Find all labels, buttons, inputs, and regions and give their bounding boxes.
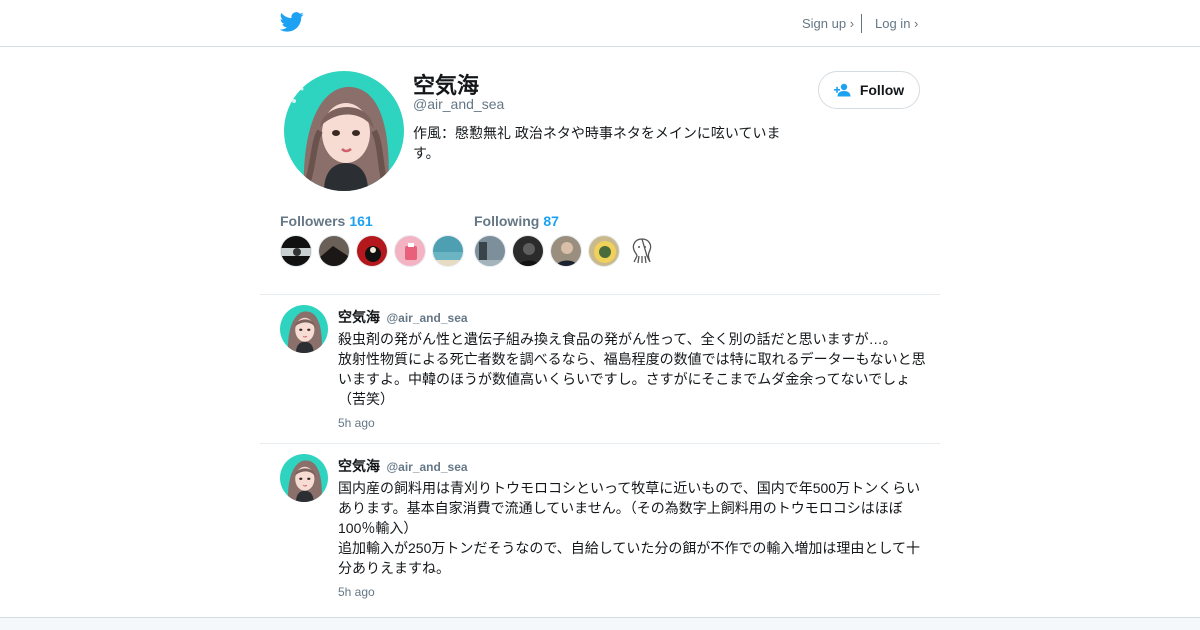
- follower-avatar[interactable]: [394, 235, 426, 267]
- follower-avatar[interactable]: [356, 235, 388, 267]
- follow-button[interactable]: Follow: [818, 71, 920, 109]
- profile-bio: 作風：慇懃無礼 政治ネタや時事ネタをメインに呟いています。: [413, 125, 781, 161]
- tweet-text: 国内産の飼料用は青刈りトウモロコシといって牧草に近いもので、国内で年500万トン…: [338, 480, 921, 576]
- tweet-avatar[interactable]: [280, 305, 328, 353]
- top-bar: Sign up › Log in ›: [0, 0, 1200, 47]
- tweet-author-name[interactable]: 空気海: [338, 309, 380, 325]
- tweet-author-handle[interactable]: @air_and_sea: [386, 311, 467, 325]
- login-link[interactable]: Log in ›: [875, 16, 918, 31]
- following-avatar[interactable]: [550, 235, 582, 267]
- follower-avatar[interactable]: [280, 235, 312, 267]
- add-user-icon: [833, 83, 851, 97]
- following-count: 87: [543, 213, 559, 229]
- tweet-author-handle[interactable]: @air_and_sea: [386, 460, 467, 474]
- tweet-timestamp[interactable]: 5h ago: [338, 585, 375, 599]
- following-avatar[interactable]: [626, 235, 658, 267]
- signup-link[interactable]: Sign up ›: [802, 16, 854, 31]
- tweet-author-name[interactable]: 空気海: [338, 458, 380, 474]
- following-avatar[interactable]: [474, 235, 506, 267]
- followers-count: 161: [349, 213, 373, 229]
- profile-avatar[interactable]: [284, 71, 404, 191]
- tweet-header: 空気海 @air_and_sea: [338, 307, 468, 327]
- profile-handle: @air_and_sea: [413, 96, 505, 112]
- followers-avatars: [280, 235, 464, 267]
- following-avatar[interactable]: [512, 235, 544, 267]
- follow-button-label: Follow: [859, 82, 905, 98]
- tweet-header: 空気海 @air_and_sea: [338, 456, 468, 476]
- tweet-avatar[interactable]: [280, 454, 328, 502]
- nav-divider: [861, 14, 862, 33]
- tweet-text: 殺虫剤の発がん性と遺伝子組み換え食品の発がん性って、全く別の話だと思いますが…。…: [338, 331, 926, 407]
- tweet[interactable]: 空気海 @air_and_sea 国内産の飼料用は青刈りトウモロコシといって牧草…: [260, 444, 940, 616]
- twitter-bird-icon[interactable]: [280, 11, 304, 33]
- follower-avatar[interactable]: [432, 235, 464, 267]
- following-stat[interactable]: Following 87: [474, 213, 559, 229]
- followers-stat[interactable]: Followers 161: [280, 213, 373, 229]
- tweet-timestamp[interactable]: 5h ago: [338, 416, 375, 430]
- tweet[interactable]: 空気海 @air_and_sea 殺虫剤の発がん性と遺伝子組み換え食品の発がん性…: [260, 295, 940, 444]
- profile-card: 空気海 @air_and_sea 作風：慇懃無礼 政治ネタや時事ネタをメインに呟…: [260, 47, 940, 295]
- follower-avatar[interactable]: [318, 235, 350, 267]
- footer-band: [0, 617, 1200, 630]
- following-label: Following: [474, 213, 540, 229]
- following-avatars: [474, 235, 658, 267]
- followers-label: Followers: [280, 213, 346, 229]
- following-avatar[interactable]: [588, 235, 620, 267]
